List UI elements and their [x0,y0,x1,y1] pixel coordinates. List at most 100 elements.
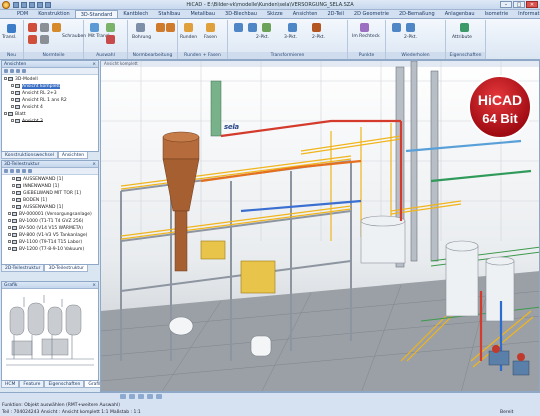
panel-tab[interactable]: HCM [1,381,20,388]
tool-icon[interactable] [22,69,26,73]
tool-icon[interactable] [22,169,26,173]
expand-icon[interactable] [8,219,11,222]
tree-item[interactable]: Ansicht 3 [4,118,96,125]
panel-tab[interactable]: Eigenschaften [44,381,85,388]
close-icon[interactable]: × [92,161,96,168]
ribbon-tab[interactable]: 2D-Teil [322,10,348,18]
tree-item[interactable]: BV-000001 (Versorgungsanlage) [4,211,96,218]
panel-tab[interactable]: Konstruktionswechsel [1,152,58,159]
axis-icon[interactable] [312,23,321,32]
three-point-button-label[interactable]: 3-Pkt. [284,35,297,40]
fasen-button-label[interactable]: Fasen [204,35,217,40]
3d-viewport[interactable]: Ansicht komplett sela HiCAD 64 Bit [100,60,540,392]
screw-icon[interactable] [52,23,61,32]
ribbon-tab[interactable]: Ansichten [288,10,323,18]
minimize-button[interactable]: – [500,1,512,8]
snap-icon[interactable] [120,394,126,399]
bolt-icon[interactable] [40,23,49,32]
pocket-icon[interactable] [156,23,165,32]
expand-icon[interactable] [4,112,7,115]
ribbon-tab[interactable]: Metallbau [185,10,220,18]
pattern-icon[interactable] [406,23,415,32]
expand-icon[interactable] [12,198,15,201]
tree-item[interactable]: GIEBELWAND MIT TOR [1] [4,190,96,197]
drill-icon[interactable] [136,23,145,32]
tree-item[interactable]: INNENWAND [1] [4,183,96,190]
close-icon[interactable]: × [92,61,96,68]
tool-icon[interactable] [16,169,20,173]
attribute-icon[interactable] [460,23,469,32]
thread-icon[interactable] [166,23,175,32]
transl-button-label[interactable]: Transl. [2,35,17,40]
expand-icon[interactable] [8,240,11,243]
expand-icon[interactable] [4,77,7,80]
washer-icon[interactable] [40,35,49,44]
ortho-icon[interactable] [138,394,144,399]
tool-icon[interactable] [16,69,20,73]
expand-icon[interactable] [12,177,15,180]
tool-icon[interactable] [28,169,32,173]
nut-icon[interactable] [28,35,37,44]
rotate-icon[interactable] [248,23,257,32]
tree-item[interactable]: BV-500 (V14 V15 WÄRMETA) [4,225,96,232]
tree-item[interactable]: AUSSENWAND [1] [4,204,96,211]
panel-tab[interactable]: 2D-Teilestruktur [1,265,45,272]
move-icon[interactable] [234,23,243,32]
chamfer-icon[interactable] [206,23,215,32]
tool-icon[interactable] [10,69,14,73]
expand-icon[interactable] [8,212,11,215]
tree-item[interactable]: BV-1200 (T7-8-9-10 Vakuum) [4,246,96,253]
maximize-button[interactable]: □ [513,1,525,8]
ribbon-tab[interactable]: Stahlbau [153,10,185,18]
ribbon-tab[interactable]: Information [513,10,540,18]
panel-tab[interactable]: Feature [19,381,45,388]
tree-item[interactable]: BV-1000 (T1-T1 T4 GVZ 256) [4,218,96,225]
ribbon-tab[interactable]: 2D Geometrie [349,10,394,18]
ribbon-tab[interactable]: Skizze [262,10,288,18]
expand-icon[interactable] [8,247,11,250]
two-point-c-button-label[interactable]: 2-Pkt. [404,35,417,40]
two-point-button-label[interactable]: 2-Pkt. [256,35,269,40]
tree-item[interactable]: Ansicht RL 1 ans R2 [4,97,96,104]
tree-item[interactable]: Ansicht 4 [4,104,96,111]
transl-icon[interactable] [7,24,16,33]
color-icon[interactable] [156,394,162,399]
two-point-b-button-label[interactable]: 2-Pkt. [312,35,325,40]
tree-item[interactable]: Blatt [4,111,96,118]
point-icon[interactable] [360,23,369,32]
delete-icon[interactable] [106,35,115,44]
tree-item[interactable]: Ansicht komplett [4,83,96,90]
tree-item[interactable]: AUSSENWAND [1] [4,176,96,183]
ribbon-tab[interactable]: Kantblech [118,10,153,18]
expand-icon[interactable] [11,84,14,87]
repeat-icon[interactable] [392,23,401,32]
ribbon-tab[interactable]: Anlagenbau [440,10,480,18]
close-icon[interactable]: × [92,282,96,289]
expand-icon[interactable] [11,98,14,101]
panel-tab[interactable]: 3D-Teilestruktur [44,265,88,272]
expand-icon[interactable] [11,119,14,122]
close-button[interactable]: ✕ [526,1,538,8]
schrauben-button-label[interactable]: Schrauben [62,34,86,39]
tree-item[interactable]: BV-800 (V1-V3 V5 Tankanlage) [4,232,96,239]
grid-icon[interactable] [129,394,135,399]
ribbon-tab[interactable]: 3D-Blechbau [220,10,262,18]
im-rechteck-button-label[interactable]: Im Rechteck [352,34,380,39]
layer-icon[interactable] [147,394,153,399]
ribbon-tab[interactable]: 3D-Standard [74,10,119,18]
scale-icon[interactable] [288,23,297,32]
tree-item[interactable]: 3D-Modell [4,76,96,83]
expand-icon[interactable] [12,191,15,194]
tree-item[interactable]: BODEN [1] [4,197,96,204]
bohrung-button-label[interactable]: Bohrung [132,35,151,40]
tool-icon[interactable] [4,169,8,173]
expand-icon[interactable] [8,226,11,229]
runden-button-label[interactable]: Runden [180,35,197,40]
fillet-icon[interactable] [184,23,193,32]
mirror-icon[interactable] [262,23,271,32]
panel-tab[interactable]: Ansichten [57,152,89,159]
tool-icon[interactable] [10,169,14,173]
ribbon-tab[interactable]: PDM [12,10,33,18]
expand-icon[interactable] [12,205,15,208]
select-icon[interactable] [90,23,99,32]
